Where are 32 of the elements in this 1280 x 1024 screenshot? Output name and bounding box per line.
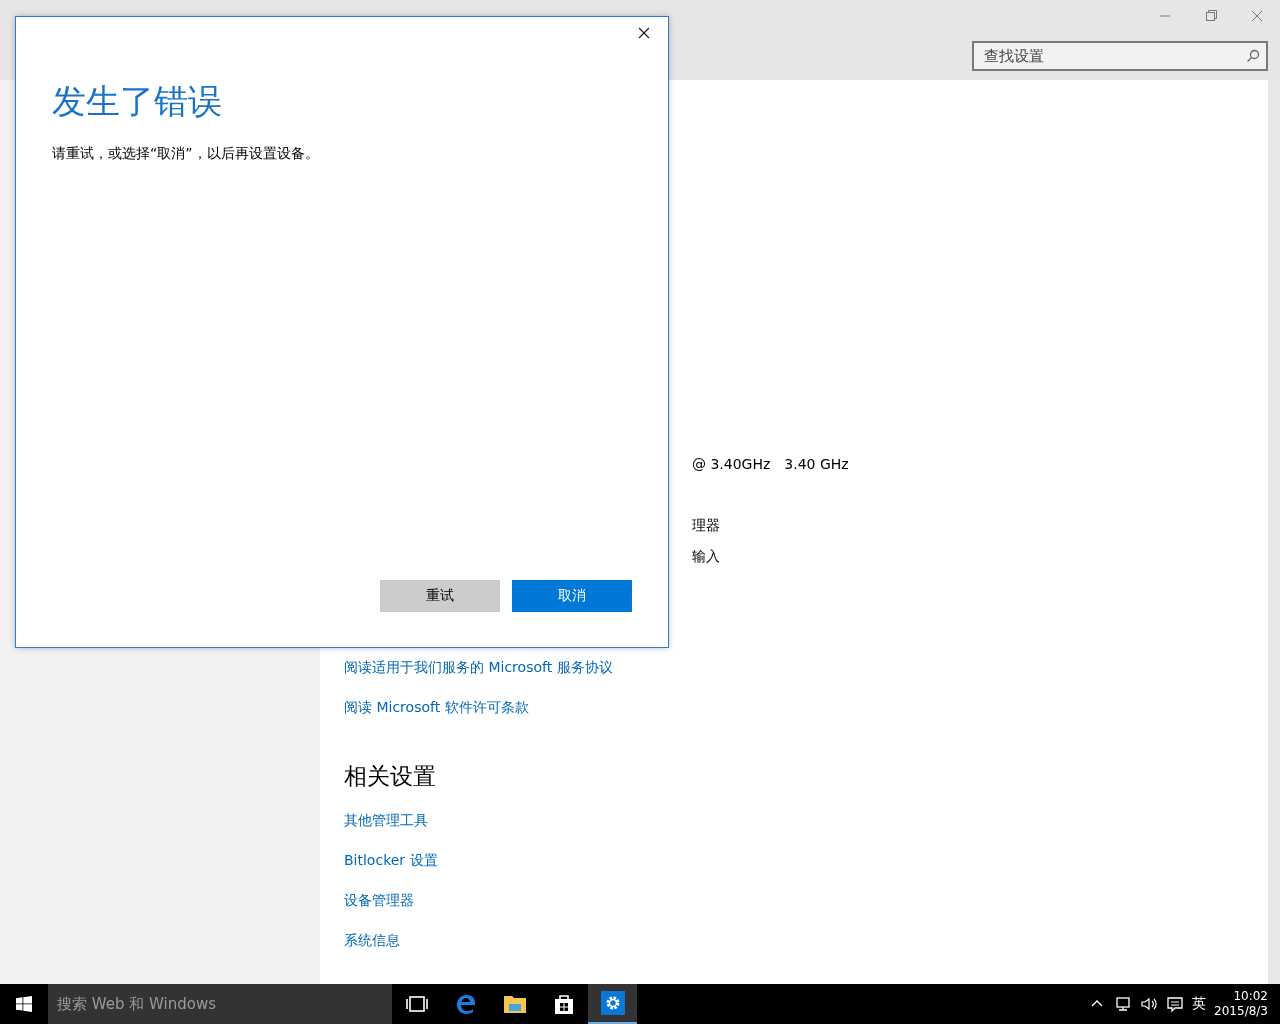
link[interactable]: Bitlocker 设置 bbox=[344, 851, 438, 871]
taskbar-app-button[interactable] bbox=[588, 984, 637, 1024]
taskbar-search-field[interactable]: 搜索 Web 和 Windows bbox=[48, 984, 392, 1024]
link[interactable]: 设备管理器 bbox=[344, 891, 414, 911]
info-text: @ 3.40GHz bbox=[692, 456, 771, 472]
dialog-button[interactable]: 重试 bbox=[380, 580, 500, 612]
scrollbar[interactable] bbox=[1268, 80, 1280, 984]
folder-icon[interactable] bbox=[502, 994, 527, 1014]
speaker-icon[interactable] bbox=[1140, 995, 1159, 1013]
shopping-bag-icon[interactable] bbox=[553, 993, 574, 1015]
clock[interactable]: 10:02 2015/8/3 bbox=[1214, 989, 1268, 1019]
dialog-button[interactable]: 取消 bbox=[512, 580, 632, 612]
dialog-title: 发生了错误 bbox=[52, 80, 222, 123]
windows-logo-icon bbox=[16, 996, 32, 1012]
close-icon[interactable] bbox=[636, 25, 652, 41]
info-text: 3.40 GHz bbox=[784, 456, 849, 472]
language-indicator[interactable]: 英 bbox=[1192, 995, 1207, 1013]
browser-icon[interactable] bbox=[454, 993, 477, 1015]
link[interactable]: 阅读 Microsoft 软件许可条款 bbox=[344, 698, 529, 718]
dialog-message: 请重试，或选择“取消”，以后再设置设备。 bbox=[52, 145, 319, 163]
settings-icon[interactable] bbox=[600, 991, 625, 1015]
link[interactable]: 系统信息 bbox=[344, 931, 400, 951]
info-text: 输入 bbox=[692, 548, 720, 566]
search-icon[interactable] bbox=[1246, 49, 1260, 63]
info-text: 理器 bbox=[692, 517, 720, 535]
search-field[interactable]: 查找设置 bbox=[972, 41, 1268, 71]
link[interactable]: 其他管理工具 bbox=[344, 811, 428, 831]
task-view-icon[interactable] bbox=[405, 996, 428, 1012]
message-icon[interactable] bbox=[1166, 995, 1185, 1013]
section-heading: 相关设置 bbox=[344, 761, 437, 791]
link[interactable]: 阅读适用于我们服务的 Microsoft 服务协议 bbox=[344, 658, 613, 678]
network-icon[interactable] bbox=[1114, 995, 1133, 1013]
